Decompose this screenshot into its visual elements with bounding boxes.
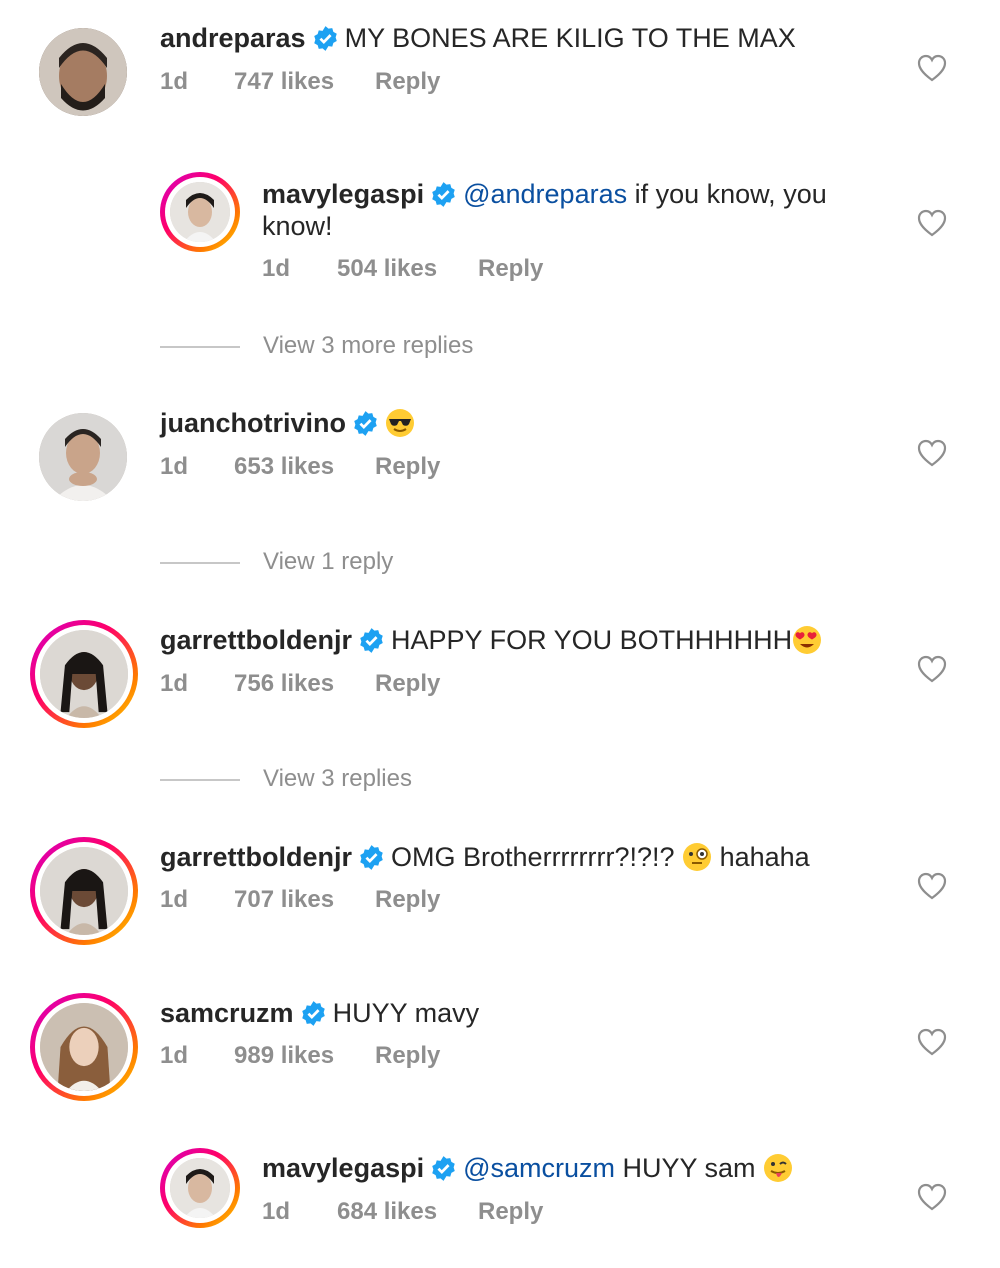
comment-body-2: hahaha [712,842,810,872]
likes-count[interactable]: 756 likes [234,670,334,698]
comment-time: 1d [160,670,189,697]
heart-eyes-emoji [793,626,822,654]
heart-outline-icon[interactable] [917,872,947,900]
heart-outline-icon[interactable] [917,1183,947,1211]
comment-time: 1d [160,453,189,480]
comment-body: HAPPY FOR YOU BOTHHHHHH [391,625,793,655]
reply-button[interactable]: Reply [375,1042,440,1070]
likes-count[interactable]: 504 likes [337,255,437,283]
heart-outline-icon[interactable] [917,209,947,237]
comment-text: juanchotrivino [160,407,860,439]
reply-button[interactable]: Reply [478,255,543,283]
heart-outline-icon[interactable] [917,54,947,82]
avatar[interactable] [39,28,127,116]
comment-time: 1d [262,1198,291,1225]
likes-count[interactable]: 707 likes [234,886,334,914]
likes-count[interactable]: 989 likes [234,1042,334,1070]
heart-outline-icon[interactable] [917,439,947,467]
avatar[interactable] [160,1148,240,1228]
replies-divider [160,779,240,781]
mention-link[interactable]: @andreparas [463,179,627,209]
verified-badge-icon [432,1156,455,1181]
comment-text: garrettboldenjr HAPPY FOR YOU BOTHHHHHH [160,624,880,656]
likes-count[interactable]: 684 likes [337,1198,437,1226]
reply-button[interactable]: Reply [375,68,440,96]
comment-body: HUYY sam [615,1153,764,1183]
verified-badge-icon [354,411,377,436]
reply-button[interactable]: Reply [375,670,440,698]
comment-text: samcruzm HUYY mavy [160,997,860,1029]
avatar[interactable] [39,413,127,501]
avatar[interactable] [30,993,138,1101]
view-replies-label[interactable]: View 3 replies [263,765,412,793]
avatar[interactable] [30,620,138,728]
verified-badge-icon [301,1001,325,1026]
comment-text: andreparas MY BONES ARE KILIG TO THE MAX [160,22,860,54]
comment-text: garrettboldenjr OMG Brotherrrrrrrr?!?!? h… [160,841,880,873]
view-replies-label[interactable]: View 1 reply [263,548,393,576]
winking-tongue-emoji [764,1154,793,1182]
verified-badge-icon [360,845,383,870]
likes-count[interactable]: 653 likes [234,453,334,481]
replies-divider [160,562,240,564]
comment-text: mavylegaspi @andreparas if you know, you … [262,178,852,242]
mention-link[interactable]: @samcruzm [463,1153,615,1183]
comment-time: 1d [262,255,291,282]
comment-body: HUYY mavy [332,998,480,1028]
username[interactable]: andreparas [160,23,306,53]
comment-body: MY BONES ARE KILIG TO THE MAX [344,23,796,53]
comment-text: mavylegaspi @samcruzm HUYY sam [262,1152,862,1184]
comment-time: 1d [160,1042,189,1069]
likes-count[interactable]: 747 likes [234,68,334,96]
avatar[interactable] [160,172,240,252]
heart-outline-icon[interactable] [917,1028,947,1056]
verified-badge-icon [313,26,337,51]
sunglasses-emoji [386,409,415,437]
username[interactable]: garrettboldenjr [160,625,352,655]
username[interactable]: garrettboldenjr [160,842,352,872]
reply-button[interactable]: Reply [375,886,440,914]
comment-time: 1d [160,886,189,913]
reply-button[interactable]: Reply [375,453,440,481]
verified-badge-icon [432,182,455,207]
username[interactable]: mavylegaspi [262,179,424,209]
verified-badge-icon [360,628,383,653]
heart-outline-icon[interactable] [917,655,947,683]
comment-body: OMG Brotherrrrrrrr?!?!? [391,842,683,872]
username[interactable]: samcruzm [160,998,294,1028]
avatar[interactable] [30,837,138,945]
monocle-emoji [683,843,712,871]
username[interactable]: mavylegaspi [262,1153,424,1183]
comment-time: 1d [160,68,189,95]
username[interactable]: juanchotrivino [160,408,346,438]
reply-button[interactable]: Reply [478,1198,543,1226]
replies-divider [160,346,240,348]
view-replies-label[interactable]: View 3 more replies [263,332,473,360]
